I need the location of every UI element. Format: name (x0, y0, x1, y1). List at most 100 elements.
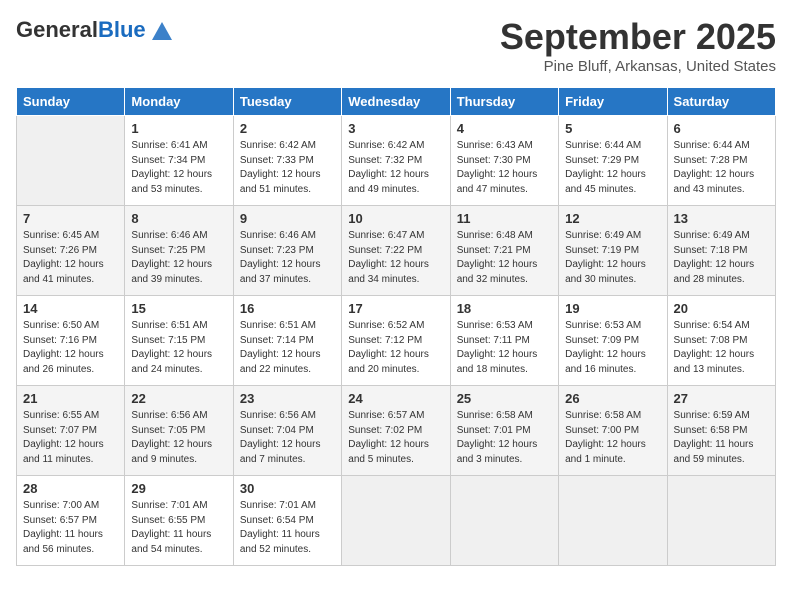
day-number: 7 (23, 211, 118, 226)
location: Pine Bluff, Arkansas, United States (500, 58, 776, 75)
day-number: 18 (457, 301, 552, 316)
day-info: Sunrise: 6:58 AM Sunset: 7:00 PM Dayligh… (565, 409, 660, 467)
day-info: Sunrise: 6:57 AM Sunset: 7:02 PM Dayligh… (348, 409, 443, 467)
calendar-cell: 22 Sunrise: 6:56 AM Sunset: 7:05 PM Dayli… (125, 386, 233, 476)
day-info: Sunrise: 6:47 AM Sunset: 7:22 PM Dayligh… (348, 229, 443, 287)
header-wednesday: Wednesday (342, 88, 450, 116)
day-number: 19 (565, 301, 660, 316)
logo-blue: Blue (98, 17, 146, 42)
day-number: 21 (23, 391, 118, 406)
day-number: 14 (23, 301, 118, 316)
calendar-cell: 20Sunrise: 6:54 AM Sunset: 7:08 PM Dayli… (667, 296, 775, 386)
calendar-cell: 10 Sunrise: 6:47 AM Sunset: 7:22 PM Dayli… (342, 206, 450, 296)
calendar-cell: 11 Sunrise: 6:48 AM Sunset: 7:21 PM Dayli… (450, 206, 558, 296)
day-number: 17 (348, 301, 443, 316)
calendar-cell: 9Sunrise: 6:46 AM Sunset: 7:23 PM Daylig… (233, 206, 341, 296)
day-info: Sunrise: 6:51 AM Sunset: 7:15 PM Dayligh… (131, 319, 226, 377)
header-sunday: Sunday (17, 88, 125, 116)
calendar-cell: 28Sunrise: 7:00 AM Sunset: 6:57 PM Dayli… (17, 476, 125, 566)
day-info: Sunrise: 7:01 AM Sunset: 6:54 PM Dayligh… (240, 499, 335, 557)
day-info: Sunrise: 6:55 AM Sunset: 7:07 PM Dayligh… (23, 409, 118, 467)
day-number: 11 (457, 211, 552, 226)
calendar-cell: 7 Sunrise: 6:45 AM Sunset: 7:26 PM Daylig… (17, 206, 125, 296)
header-thursday: Thursday (450, 88, 558, 116)
day-number: 10 (348, 211, 443, 226)
header-saturday: Saturday (667, 88, 775, 116)
calendar-cell: 3 Sunrise: 6:42 AM Sunset: 7:32 PM Daylig… (342, 116, 450, 206)
day-info: Sunrise: 6:59 AM Sunset: 6:58 PM Dayligh… (674, 409, 769, 467)
day-info: Sunrise: 6:42 AM Sunset: 7:32 PM Dayligh… (348, 139, 443, 197)
day-info: Sunrise: 6:56 AM Sunset: 7:05 PM Dayligh… (131, 409, 226, 467)
calendar-cell: 16 Sunrise: 6:51 AM Sunset: 7:14 PM Dayli… (233, 296, 341, 386)
calendar-cell: 15 Sunrise: 6:51 AM Sunset: 7:15 PM Dayli… (125, 296, 233, 386)
calendar-cell: 2 Sunrise: 6:42 AM Sunset: 7:33 PM Daylig… (233, 116, 341, 206)
calendar-cell: 17Sunrise: 6:52 AM Sunset: 7:12 PM Dayli… (342, 296, 450, 386)
day-number: 15 (131, 301, 226, 316)
calendar-cell: 1 Sunrise: 6:41 AM Sunset: 7:34 PM Daylig… (125, 116, 233, 206)
day-number: 1 (131, 121, 226, 136)
logo-icon (148, 16, 176, 44)
day-info: Sunrise: 6:53 AM Sunset: 7:11 PM Dayligh… (457, 319, 552, 377)
logo: GeneralBlue (16, 16, 176, 44)
calendar-cell: 23Sunrise: 6:56 AM Sunset: 7:04 PM Dayli… (233, 386, 341, 476)
day-info: Sunrise: 6:44 AM Sunset: 7:28 PM Dayligh… (674, 139, 769, 197)
title-block: September 2025 Pine Bluff, Arkansas, Uni… (500, 16, 776, 75)
day-info: Sunrise: 6:51 AM Sunset: 7:14 PM Dayligh… (240, 319, 335, 377)
calendar-cell: 6Sunrise: 6:44 AM Sunset: 7:28 PM Daylig… (667, 116, 775, 206)
day-info: Sunrise: 6:42 AM Sunset: 7:33 PM Dayligh… (240, 139, 335, 197)
day-info: Sunrise: 6:44 AM Sunset: 7:29 PM Dayligh… (565, 139, 660, 197)
day-info: Sunrise: 6:43 AM Sunset: 7:30 PM Dayligh… (457, 139, 552, 197)
day-info: Sunrise: 6:49 AM Sunset: 7:19 PM Dayligh… (565, 229, 660, 287)
day-info: Sunrise: 6:41 AM Sunset: 7:34 PM Dayligh… (131, 139, 226, 197)
day-number: 16 (240, 301, 335, 316)
calendar-cell (450, 476, 558, 566)
week-row-5: 28Sunrise: 7:00 AM Sunset: 6:57 PM Dayli… (17, 476, 776, 566)
calendar-cell: 4Sunrise: 6:43 AM Sunset: 7:30 PM Daylig… (450, 116, 558, 206)
day-info: Sunrise: 6:49 AM Sunset: 7:18 PM Dayligh… (674, 229, 769, 287)
day-number: 24 (348, 391, 443, 406)
day-info: Sunrise: 7:00 AM Sunset: 6:57 PM Dayligh… (23, 499, 118, 557)
day-info: Sunrise: 6:53 AM Sunset: 7:09 PM Dayligh… (565, 319, 660, 377)
day-number: 26 (565, 391, 660, 406)
calendar-cell: 5Sunrise: 6:44 AM Sunset: 7:29 PM Daylig… (559, 116, 667, 206)
calendar-cell: 13 Sunrise: 6:49 AM Sunset: 7:18 PM Dayli… (667, 206, 775, 296)
day-number: 29 (131, 481, 226, 496)
header-tuesday: Tuesday (233, 88, 341, 116)
day-number: 13 (674, 211, 769, 226)
day-number: 25 (457, 391, 552, 406)
day-number: 27 (674, 391, 769, 406)
calendar-cell (342, 476, 450, 566)
month-title: September 2025 (500, 16, 776, 58)
day-info: Sunrise: 7:01 AM Sunset: 6:55 PM Dayligh… (131, 499, 226, 557)
calendar-cell (17, 116, 125, 206)
day-number: 22 (131, 391, 226, 406)
page-header: GeneralBlue September 2025 Pine Bluff, A… (16, 16, 776, 75)
day-number: 8 (131, 211, 226, 226)
day-number: 3 (348, 121, 443, 136)
calendar-cell (667, 476, 775, 566)
day-info: Sunrise: 6:46 AM Sunset: 7:25 PM Dayligh… (131, 229, 226, 287)
day-number: 12 (565, 211, 660, 226)
calendar-table: SundayMondayTuesdayWednesdayThursdayFrid… (16, 87, 776, 566)
calendar-header-row: SundayMondayTuesdayWednesdayThursdayFrid… (17, 88, 776, 116)
calendar-cell: 14Sunrise: 6:50 AM Sunset: 7:16 PM Dayli… (17, 296, 125, 386)
day-info: Sunrise: 6:58 AM Sunset: 7:01 PM Dayligh… (457, 409, 552, 467)
calendar-cell: 18 Sunrise: 6:53 AM Sunset: 7:11 PM Dayli… (450, 296, 558, 386)
day-info: Sunrise: 6:46 AM Sunset: 7:23 PM Dayligh… (240, 229, 335, 287)
calendar-cell: 25 Sunrise: 6:58 AM Sunset: 7:01 PM Dayli… (450, 386, 558, 476)
day-number: 20 (674, 301, 769, 316)
week-row-4: 21 Sunrise: 6:55 AM Sunset: 7:07 PM Dayli… (17, 386, 776, 476)
calendar-cell: 24 Sunrise: 6:57 AM Sunset: 7:02 PM Dayli… (342, 386, 450, 476)
day-info: Sunrise: 6:48 AM Sunset: 7:21 PM Dayligh… (457, 229, 552, 287)
day-number: 2 (240, 121, 335, 136)
week-row-3: 14Sunrise: 6:50 AM Sunset: 7:16 PM Dayli… (17, 296, 776, 386)
calendar-cell: 30Sunrise: 7:01 AM Sunset: 6:54 PM Dayli… (233, 476, 341, 566)
calendar-cell: 27 Sunrise: 6:59 AM Sunset: 6:58 PM Dayli… (667, 386, 775, 476)
day-info: Sunrise: 6:45 AM Sunset: 7:26 PM Dayligh… (23, 229, 118, 287)
calendar-cell: 12 Sunrise: 6:49 AM Sunset: 7:19 PM Dayli… (559, 206, 667, 296)
calendar-cell: 29 Sunrise: 7:01 AM Sunset: 6:55 PM Dayli… (125, 476, 233, 566)
day-number: 23 (240, 391, 335, 406)
week-row-2: 7 Sunrise: 6:45 AM Sunset: 7:26 PM Daylig… (17, 206, 776, 296)
calendar-cell: 26 Sunrise: 6:58 AM Sunset: 7:00 PM Dayli… (559, 386, 667, 476)
logo-general: General (16, 17, 98, 42)
